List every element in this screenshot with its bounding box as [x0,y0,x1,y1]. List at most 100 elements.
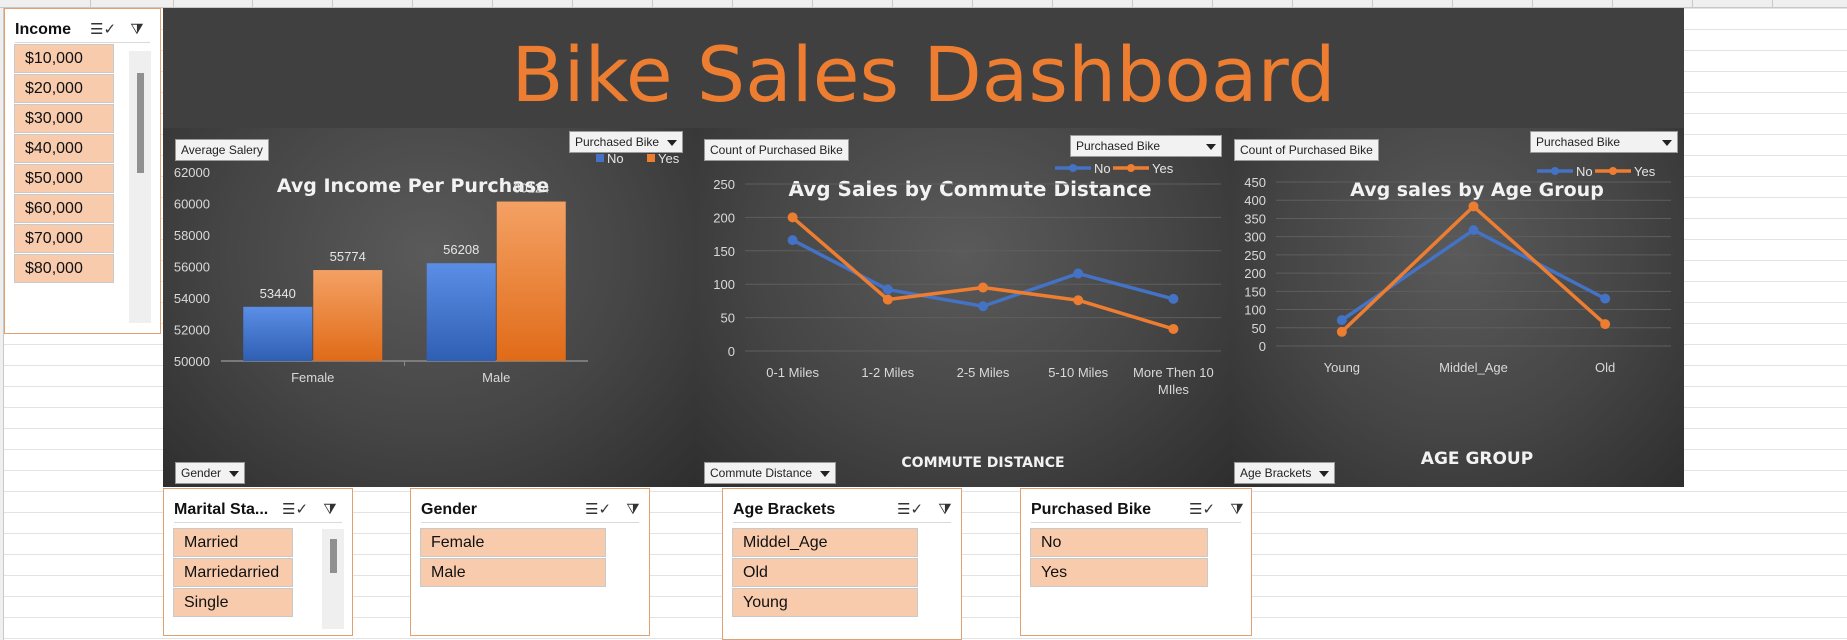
y-tick-label: 450 [1244,175,1266,190]
income-chart-panel[interactable]: Avg Income Per Purchase 50000 52000 54000 56… [163,128,695,487]
chart-title: Avg Sales by Commute Distance [788,177,1151,201]
data-point-yes [882,294,893,305]
data-label: 55774 [330,249,366,264]
legend-label: No [1094,161,1111,176]
data-point-yes [1336,326,1347,337]
axis-filter-button-age[interactable]: Age Brackets [1234,462,1336,484]
slicer-scrollbar[interactable] [322,529,344,629]
field-button-average-salary[interactable]: Average Salery [175,139,269,161]
field-button-label: Count of Purchased Bike [710,143,843,157]
y-tick-label: 54000 [174,291,210,306]
clear-filter-icon[interactable]: ⧩ [935,500,955,520]
y-tick-label: 250 [1244,248,1266,263]
legend-label: No [607,151,624,166]
legend-label: No [1576,164,1593,179]
x-tick-label: More Then 10 MIles [1133,365,1214,397]
field-button-label: Count of Purchased Bike [1240,143,1373,157]
data-point-no [1468,225,1479,236]
series-filter-button[interactable]: Purchased Bike [569,131,684,153]
multi-select-icon[interactable]: ☰✓ [585,500,611,520]
y-tick-label: 56000 [174,260,210,275]
age-chart-panel[interactable]: Avg sales by Age Group 0 50 100 150 200 250 300… [1231,128,1684,487]
series-line-no [791,238,1174,308]
gender-slicer[interactable]: Gender ☰✓ ⧩ Female Male [410,488,650,636]
slicer-item-button[interactable]: $20,000 [14,74,114,103]
x-axis-title: AGE GROUP [1421,449,1533,469]
income-slicer[interactable]: Income ☰✓ ⧩ $10,000 $20,000 $30,000 $40,000… [4,8,161,334]
data-point-yes [1600,319,1611,330]
slicer-item-button[interactable]: Married [173,528,293,557]
slicer-item-button[interactable]: $30,000 [14,104,114,133]
y-tick-label: 50000 [174,354,210,369]
slicer-item-button[interactable]: $40,000 [14,134,114,163]
axis-filter-label: Gender [181,466,222,480]
axis-filter-button-gender[interactable]: Gender [175,462,246,484]
legend-marker-yes [1609,167,1617,175]
slicer-item-button[interactable]: $50,000 [14,164,114,193]
age-line-chart: Avg sales by Age Group050100150200250300… [1244,164,1671,469]
data-point-no [1168,293,1179,304]
field-button-label: Average Salery [181,143,263,157]
slicer-title: Gender [421,501,478,518]
x-tick-label: 1-2 Miles [861,365,914,380]
x-tick-label: 5-10 Miles [1048,365,1108,380]
y-tick-label: 250 [713,177,735,192]
legend-label: Yes [1152,161,1174,176]
purchased-bike-slicer[interactable]: Purchased Bike ☰✓ ⧩ No Yes [1020,488,1252,636]
dashboard-title: Bike Sales Dashboard [511,30,1336,119]
multi-select-icon[interactable]: ☰✓ [1189,500,1215,520]
multi-select-icon[interactable]: ☰✓ [282,500,308,520]
y-tick-label: 200 [713,210,735,225]
slicer-item-button[interactable]: Single [173,588,293,617]
slicer-item-button[interactable]: Yes [1030,558,1208,587]
field-button-count-purchased[interactable]: Count of Purchased Bike [1234,139,1379,161]
dashboard-area: Bike Sales Dashboard Avg Income Per Purc… [163,8,1684,487]
axis-filter-button-commute[interactable]: Commute Distance [704,462,837,484]
slicer-item-button[interactable]: Old [732,558,918,587]
x-tick-label: 0-1 Miles [766,365,819,380]
y-tick-label: 0 [728,344,735,359]
field-button-count-purchased[interactable]: Count of Purchased Bike [704,139,849,161]
bar-no [243,306,313,361]
series-filter-button[interactable]: Purchased Bike [1530,131,1678,153]
chart-title: Avg Income Per Purchase [277,175,549,197]
series-filter-button[interactable]: Purchased Bike [1070,135,1222,157]
scrollbar-thumb[interactable] [137,73,144,173]
slicer-header: Age Brackets ☰✓ ⧩ [733,497,952,523]
slicer-scrollbar[interactable] [129,51,151,323]
dropdown-arrow-icon [1662,140,1672,146]
clear-filter-icon[interactable]: ⧩ [320,500,340,520]
multi-select-icon[interactable]: ☰✓ [90,20,116,40]
commute-chart-panel[interactable]: Avg Sales by Commute Distance 0 50 100 150 20… [695,128,1231,487]
marital-status-slicer[interactable]: Marital Sta... ☰✓ ⧩ Married Marriedarried… [163,488,353,636]
x-tick-label: Old [1595,360,1615,375]
clear-filter-icon[interactable]: ⧩ [1227,500,1247,520]
slicer-header: Marital Sta... ☰✓ ⧩ [174,497,342,523]
slicer-item-button[interactable]: $80,000 [14,254,114,283]
y-tick-label: 52000 [174,323,210,338]
slicer-item-button[interactable]: Male [420,558,606,587]
slicer-item-button[interactable]: $10,000 [14,44,114,73]
slicer-item-button[interactable]: Female [420,528,606,557]
age-brackets-slicer[interactable]: Age Brackets ☰✓ ⧩ Middel_Age Old Young [722,488,962,640]
legend-swatch-yes [647,154,655,162]
slicer-item-button[interactable]: Middel_Age [732,528,918,557]
slicer-item-button[interactable]: Young [732,588,918,617]
legend-label: Yes [1634,164,1656,179]
multi-select-icon[interactable]: ☰✓ [897,500,923,520]
slicer-item-button[interactable]: No [1030,528,1208,557]
slicer-title: Purchased Bike [1031,501,1152,518]
income-bar-chart: Avg Income Per Purchase 50000 52000 54000 56… [174,151,680,385]
slicer-item-button[interactable]: $60,000 [14,194,114,223]
data-point-yes [787,212,798,223]
bar-yes [496,201,566,361]
clear-filter-icon[interactable]: ⧩ [127,20,147,40]
dropdown-arrow-icon [667,139,678,146]
slicer-item-button[interactable]: Marriedarried [173,558,293,587]
x-tick-label: Young [1324,360,1360,375]
slicer-item-button[interactable]: $70,000 [14,224,114,253]
clear-filter-icon[interactable]: ⧩ [623,500,643,520]
slicer-header: Income ☰✓ ⧩ [15,17,150,43]
slicer-title: Age Brackets [733,501,836,518]
scrollbar-thumb[interactable] [330,539,337,573]
